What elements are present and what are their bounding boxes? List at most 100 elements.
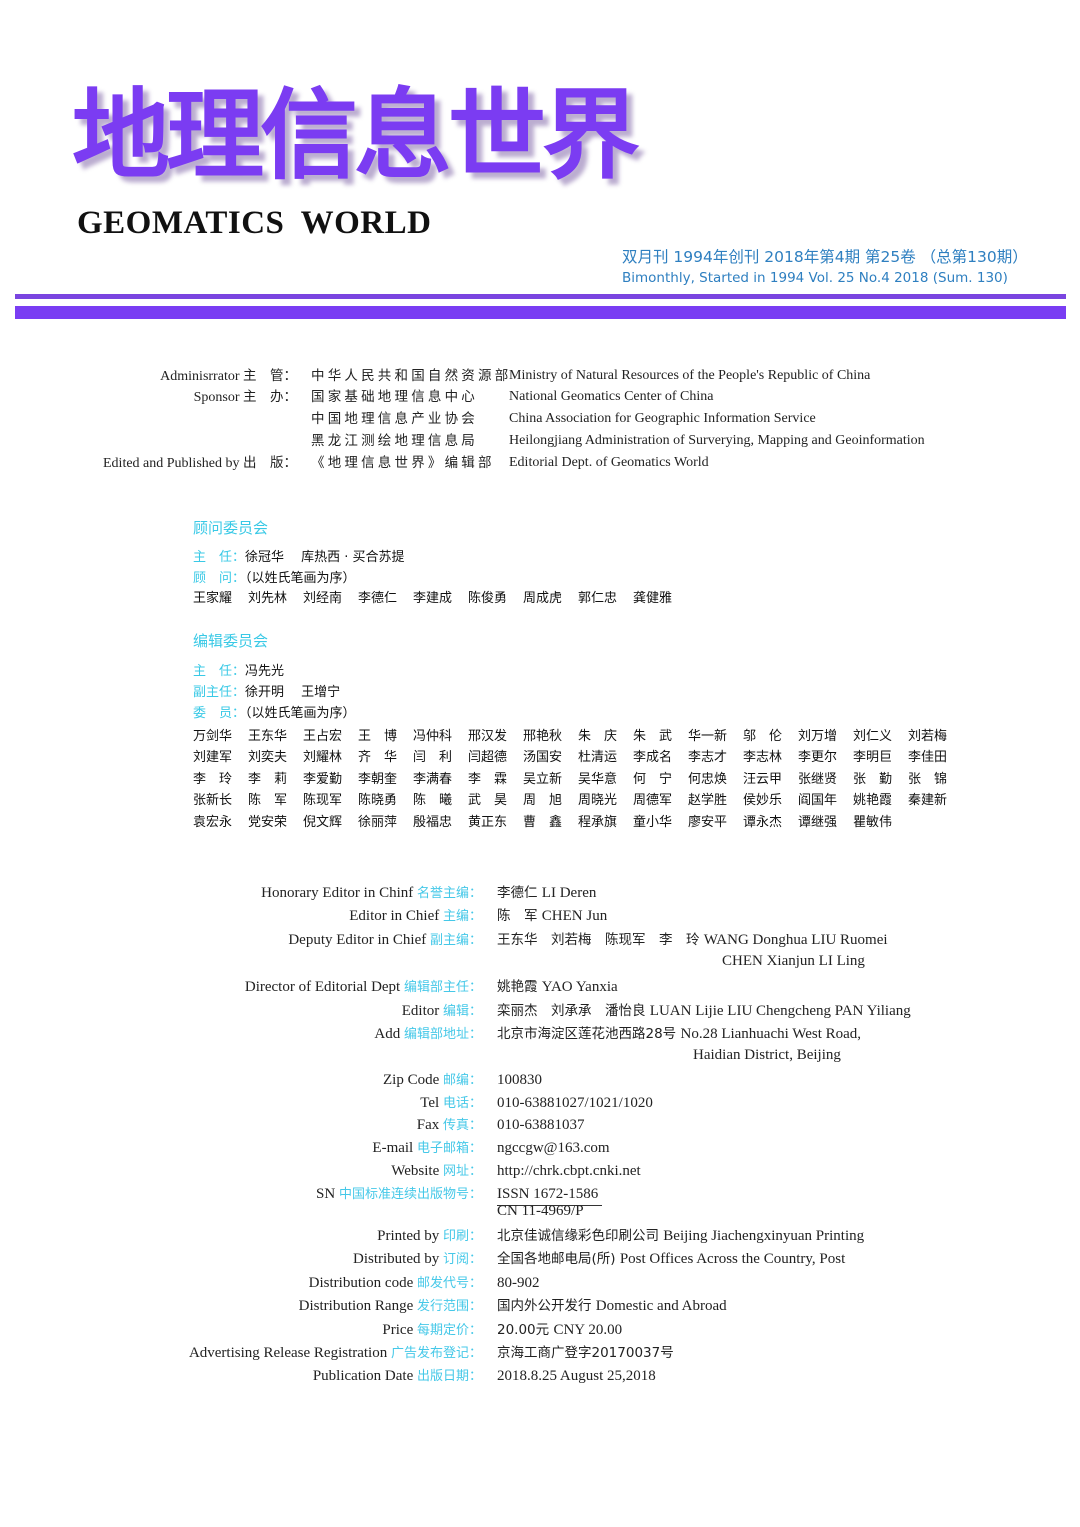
info-value-en: 80-902	[497, 1275, 540, 1291]
member-name: 华一新	[688, 729, 728, 744]
info-value: 100830	[497, 1069, 542, 1091]
member-name: 汪云甲	[743, 771, 783, 787]
member-name: 李德仁	[358, 591, 398, 606]
sponsor-label-cn: 出 版：	[243, 455, 297, 471]
journal-title-en: GEOMATICS WORLD	[77, 205, 432, 241]
member-name: 陈俊勇	[468, 591, 508, 606]
member-name: 瞿敏伟	[853, 814, 893, 830]
info-label-en: Director of Editorial Dept	[244, 979, 404, 995]
info-label-en: Tel	[420, 1095, 443, 1111]
info-row: Editor 编辑： 栾丽杰 刘承承 潘怡良 LUAN Lijie LIU Che…	[0, 1000, 1080, 1022]
advisory-advisors: 顾 问：（以姓氏笔画为序）	[193, 567, 356, 586]
member-name: 李明巨	[853, 750, 893, 766]
member-name: 倪文辉	[303, 814, 343, 830]
info-label: Distribution code 邮发代号：	[309, 1272, 482, 1295]
info-label: Zip Code 邮编：	[383, 1069, 482, 1092]
advisory-director-value: 徐冠华 库热西 · 买合苏提	[245, 550, 405, 565]
sponsor-label: Adminisrrator 主 管：	[160, 366, 297, 387]
info-row: SN 中国标准连续出版物号： ISSN 1672-1586 CN 11-4969/P	[0, 1183, 1080, 1219]
info-value: 北京市海淀区莲花池西路28号 No.28 Lianhuachi West Roa…	[497, 1023, 861, 1045]
sponsor-label: Edited and Published by 出 版：	[103, 453, 297, 474]
member-name: 陈现军	[303, 793, 343, 809]
info-value: 王东华 刘若梅 陈现军 李 玲 WANG Donghua LIU Ruomei	[497, 929, 888, 951]
sponsor-label-cn: 主 办：	[243, 389, 297, 405]
member-name: 殷福忠	[413, 814, 453, 830]
info-label-en: Advertising Release Registration	[188, 1345, 391, 1361]
member-name: 刘若梅	[908, 729, 948, 744]
member-name: 李更尔	[798, 750, 838, 766]
info-label-cn: 编辑部地址：	[403, 1027, 482, 1042]
info-row: E-mail 电子邮箱： ngccgw@163.com	[0, 1137, 1080, 1159]
member-name: 李成名	[633, 750, 673, 766]
member-name: 龚健雅	[633, 591, 673, 606]
member-name: 程承旗	[578, 814, 618, 830]
info-value: 010-63881027/1021/1020	[497, 1092, 653, 1114]
info-value-en: http://chrk.cbpt.cnki.net	[497, 1163, 641, 1179]
editorial-members-note: （以姓氏笔画为序）	[245, 706, 356, 721]
advisory-director-label: 主 任：	[193, 550, 246, 565]
member-name: 齐 华	[358, 750, 398, 766]
member-name: 张继贤	[798, 771, 838, 787]
member-name: 朱 武	[633, 729, 673, 744]
member-name: 刘仁义	[853, 729, 893, 744]
info-value: 陈 军 CHEN Jun	[497, 905, 607, 927]
info-label: Printed by 印刷：	[377, 1225, 482, 1248]
editorial-committee-heading: 编辑委员会	[193, 632, 269, 650]
info-label: Publication Date 出版日期：	[313, 1365, 482, 1388]
info-label-en: Deputy Editor in Chief	[288, 932, 430, 948]
info-label-en: E-mail	[372, 1140, 417, 1156]
info-value-cn: 李德仁	[497, 885, 542, 901]
member-name: 周 旭	[523, 793, 563, 809]
info-label-cn: 副主编：	[429, 933, 482, 948]
info-value: 李德仁 LI Deren	[497, 882, 596, 904]
sponsor-row: Adminisrrator 主 管： 中华人民共和国自然资源部 Ministry o…	[0, 366, 1080, 386]
info-value-en-2: CHEN Xianjun LI Ling	[722, 953, 865, 969]
info-label: Fax 传真：	[417, 1114, 482, 1137]
info-label-cn: 名誉主编：	[416, 886, 482, 901]
info-row: Distribution code 邮发代号： 80-902	[0, 1272, 1080, 1294]
info-value: ngccgw@163.com	[497, 1137, 610, 1159]
member-name: 张 勤	[853, 771, 893, 787]
info-label-cn: 编辑部主任：	[403, 980, 482, 995]
info-row: Advertising Release Registration 广告发布登记：…	[0, 1342, 1080, 1364]
info-value-en-2: CN 11-4969/P	[497, 1203, 584, 1219]
info-label-cn: 印刷：	[442, 1229, 482, 1244]
sponsor-row: 中国地理信息产业协会 China Association for Geograph…	[0, 409, 1080, 429]
member-name: 李 莉	[248, 771, 288, 787]
member-name: 童小华	[633, 814, 673, 830]
editorial-director-label: 主 任：	[193, 664, 246, 679]
info-value-cn: 王东华 刘若梅 陈现军 李 玲	[497, 932, 704, 948]
info-label: Distributed by 订阅：	[353, 1248, 482, 1271]
info-label-en: Add	[374, 1026, 404, 1042]
info-row: Zip Code 邮编： 100830	[0, 1069, 1080, 1091]
info-label-en: Website	[391, 1163, 443, 1179]
advisory-director: 主 任：徐冠华 库热西 · 买合苏提	[193, 546, 405, 565]
member-name: 黄正东	[468, 814, 508, 830]
member-name: 闫超德	[468, 750, 508, 766]
member-name: 袁宏永	[193, 814, 233, 830]
member-name: 李满春	[413, 771, 453, 787]
info-value-en: 100830	[497, 1072, 542, 1088]
member-name: 李爱勤	[303, 771, 343, 787]
sponsor-label-cn: 主 管：	[243, 368, 297, 384]
member-name: 邬 伦	[743, 729, 783, 744]
editorial-members: 委 员：（以姓氏笔画为序）	[193, 702, 356, 721]
info-label-cn: 网址：	[442, 1164, 482, 1179]
info-label: Advertising Release Registration 广告发布登记：	[189, 1342, 482, 1365]
member-name: 闫 利	[413, 750, 453, 766]
member-name: 阎国年	[798, 793, 838, 809]
sponsor-name-en: Ministry of Natural Resources of the Peo…	[509, 368, 871, 383]
member-name: 李 霖	[468, 771, 508, 787]
info-label-cn: 邮发代号：	[416, 1276, 482, 1291]
info-row: Honorary Editor in Chinf 名誉主编： 李德仁 LI Der…	[0, 882, 1080, 904]
header-rule-thick	[15, 306, 1066, 319]
member-name: 陈 军	[248, 793, 288, 809]
member-name: 李志林	[743, 750, 783, 766]
info-label-cn: 发行范围：	[416, 1299, 482, 1314]
info-value: 北京佳诚信缘彩色印刷公司 Beijing Jiachengxinyuan Pri…	[497, 1225, 864, 1247]
info-value-cn: 姚艳霞	[497, 979, 542, 995]
member-name: 谭继强	[798, 814, 838, 830]
info-label-cn: 邮编：	[442, 1073, 482, 1088]
info-label-en: Publication Date	[312, 1368, 417, 1384]
info-value-en: 2018.8.25 August 25,2018	[497, 1368, 656, 1384]
